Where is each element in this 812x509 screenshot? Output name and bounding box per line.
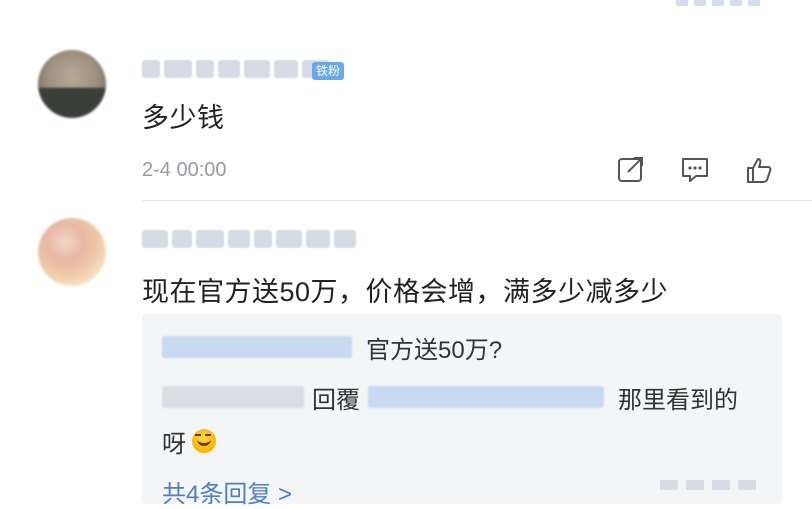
reply-button[interactable] (678, 155, 712, 185)
fan-badge: 铁粉 (312, 62, 345, 80)
blurred-text (712, 480, 730, 490)
top-bar (0, 0, 812, 12)
reply-item-continued: 呀 (162, 424, 764, 458)
username-blurred[interactable] (142, 58, 330, 80)
like-icon (747, 158, 772, 183)
comment-item: 现在官方送50万，价格会增，满多少减多少 官方送50万? 回覆 那里看到的 呀 … (0, 208, 812, 508)
blurred-text (748, 0, 760, 6)
comment-actions (614, 155, 776, 185)
blurred-text (738, 480, 756, 490)
reply-item: 回覆 那里看到的 (162, 380, 764, 414)
reply-username-blurred[interactable] (162, 336, 352, 358)
reply-text: 官方送50万? (366, 336, 503, 364)
divider (142, 200, 812, 201)
reply-text: 呀 (162, 430, 186, 458)
blurred-text (686, 480, 704, 490)
comment-text: 现在官方送50万，价格会增，满多少减多少 (142, 277, 669, 307)
blurred-text (730, 0, 742, 6)
reply-label: 回覆 (312, 386, 360, 414)
comment-meta: 2-4 00:00 (142, 156, 776, 184)
reply-item: 官方送50万? (162, 330, 764, 364)
comment-text: 多少钱 (142, 103, 225, 133)
more-replies-link[interactable]: 共4条回复 > (162, 474, 292, 509)
top-bar-fragment (676, 0, 776, 8)
blurred-text (676, 0, 688, 6)
reply-username-blurred[interactable] (162, 386, 304, 408)
reply-text: 那里看到的 (618, 386, 738, 414)
like-button[interactable] (742, 155, 776, 185)
blurred-text (660, 480, 678, 490)
blurred-text (694, 0, 706, 6)
avatar[interactable] (38, 50, 106, 118)
bottom-fragment (660, 480, 756, 490)
blurred-text (712, 0, 724, 6)
reply-target-username-blurred[interactable] (368, 386, 604, 408)
laughing-emoji-icon (192, 429, 216, 453)
reply-icon (682, 158, 708, 182)
username-blurred[interactable] (142, 228, 356, 250)
avatar[interactable] (38, 218, 106, 286)
share-icon (618, 157, 643, 182)
comment-item: 铁粉 多少钱 2-4 00:00 (0, 40, 812, 200)
timestamp: 2-4 00:00 (142, 158, 227, 181)
share-button[interactable] (614, 155, 648, 185)
reply-panel: 官方送50万? 回覆 那里看到的 呀 共4条回复 > (142, 314, 782, 508)
